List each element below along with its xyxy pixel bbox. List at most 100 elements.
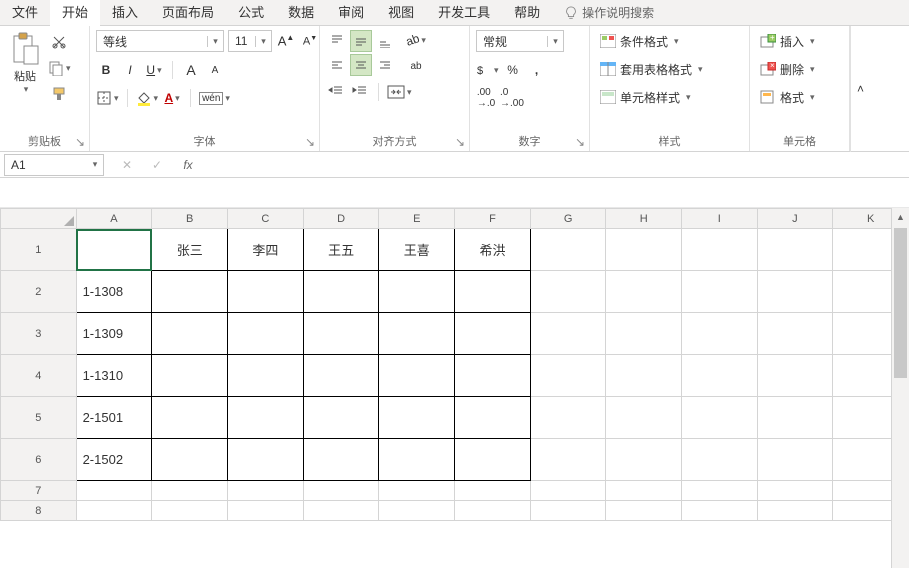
bold-button[interactable]: B [96, 60, 116, 80]
cell-E4[interactable] [379, 355, 455, 397]
col-header-C[interactable]: C [228, 209, 304, 229]
format-painter-button[interactable] [48, 84, 71, 104]
cell-A1[interactable] [76, 229, 152, 271]
cell-I2[interactable] [682, 271, 758, 313]
cell-A5[interactable]: 2-1501 [76, 397, 152, 439]
row-header-7[interactable]: 7 [1, 481, 77, 501]
cell-C2[interactable] [228, 271, 304, 313]
cell-E5[interactable] [379, 397, 455, 439]
cell-B7[interactable] [152, 481, 228, 501]
tab-data[interactable]: 数据 [276, 0, 326, 26]
cell-H3[interactable] [606, 313, 682, 355]
font-dialog-launcher[interactable]: ↘ [303, 135, 317, 149]
cell-A2[interactable]: 1-1308 [76, 271, 152, 313]
tab-formulas[interactable]: 公式 [226, 0, 276, 26]
align-bottom-button[interactable] [374, 30, 396, 52]
cell-I3[interactable] [682, 313, 758, 355]
col-header-J[interactable]: J [757, 209, 833, 229]
cell-A6[interactable]: 2-1502 [76, 439, 152, 481]
grid[interactable]: A B C D E F G H I J K 1 张三 李四 王五 王喜 希洪 [0, 208, 909, 521]
cell-G6[interactable] [530, 439, 606, 481]
cell-D8[interactable] [303, 501, 379, 521]
cell-B2[interactable] [152, 271, 228, 313]
cell-I6[interactable] [682, 439, 758, 481]
cell-D3[interactable] [303, 313, 379, 355]
cell-C8[interactable] [228, 501, 304, 521]
cell-J6[interactable] [757, 439, 833, 481]
comma-format-button[interactable]: , [527, 60, 547, 80]
cell-E1[interactable]: 王喜 [379, 229, 455, 271]
format-cells-button[interactable]: 格式▾ [756, 86, 819, 108]
cell-H4[interactable] [606, 355, 682, 397]
col-header-E[interactable]: E [379, 209, 455, 229]
cell-F4[interactable] [455, 355, 531, 397]
borders-button[interactable]: ▾ [96, 88, 119, 108]
cell-F7[interactable] [455, 481, 531, 501]
cell-F3[interactable] [455, 313, 531, 355]
cell-I7[interactable] [682, 481, 758, 501]
formula-input[interactable] [200, 154, 909, 176]
italic-button[interactable]: I [120, 60, 140, 80]
cell-D2[interactable] [303, 271, 379, 313]
row-header-5[interactable]: 5 [1, 397, 77, 439]
cell-J3[interactable] [757, 313, 833, 355]
cell-I8[interactable] [682, 501, 758, 521]
col-header-B[interactable]: B [152, 209, 228, 229]
scroll-thumb[interactable] [894, 228, 907, 378]
cell-C4[interactable] [228, 355, 304, 397]
cell-F5[interactable] [455, 397, 531, 439]
fill-color-button[interactable]: ▾ [136, 88, 159, 108]
tab-view[interactable]: 视图 [376, 0, 426, 26]
cell-F2[interactable] [455, 271, 531, 313]
cell-G3[interactable] [530, 313, 606, 355]
cell-J7[interactable] [757, 481, 833, 501]
delete-cells-button[interactable]: × 删除▾ [756, 58, 819, 80]
cell-F6[interactable] [455, 439, 531, 481]
tab-review[interactable]: 审阅 [326, 0, 376, 26]
cell-B6[interactable] [152, 439, 228, 481]
cell-D6[interactable] [303, 439, 379, 481]
cell-B1[interactable]: 张三 [152, 229, 228, 271]
increase-decimal-button[interactable]: .00→.0 [476, 88, 496, 108]
cell-H1[interactable] [606, 229, 682, 271]
font-color-button[interactable]: A▾ [162, 88, 182, 108]
cell-G7[interactable] [530, 481, 606, 501]
cell-H7[interactable] [606, 481, 682, 501]
cell-J4[interactable] [757, 355, 833, 397]
cell-G8[interactable] [530, 501, 606, 521]
format-as-table-button[interactable]: 套用表格格式▾ [596, 58, 707, 80]
cell-F8[interactable] [455, 501, 531, 521]
tell-me-search[interactable]: 操作说明搜索 [564, 4, 654, 21]
cell-E7[interactable] [379, 481, 455, 501]
col-header-D[interactable]: D [303, 209, 379, 229]
number-dialog-launcher[interactable]: ↘ [573, 135, 587, 149]
cell-C6[interactable] [228, 439, 304, 481]
col-header-F[interactable]: F [455, 209, 531, 229]
vertical-scrollbar[interactable]: ▲ [891, 208, 909, 568]
copy-button[interactable]: ▾ [48, 58, 71, 78]
col-header-I[interactable]: I [682, 209, 758, 229]
decrease-font-size-button[interactable]: A▼ [300, 31, 320, 51]
row-header-3[interactable]: 3 [1, 313, 77, 355]
cell-J5[interactable] [757, 397, 833, 439]
name-box[interactable]: A1 ▾ [4, 154, 104, 176]
select-all-corner[interactable] [1, 209, 77, 229]
cell-J1[interactable] [757, 229, 833, 271]
align-center-button[interactable] [350, 54, 372, 76]
cell-E8[interactable] [379, 501, 455, 521]
tab-file[interactable]: 文件 [0, 0, 50, 26]
insert-function-button[interactable]: fx [174, 154, 200, 176]
cell-B3[interactable] [152, 313, 228, 355]
decrease-font-button[interactable]: A [205, 60, 225, 80]
cell-H2[interactable] [606, 271, 682, 313]
insert-cells-button[interactable]: + 插入▾ [756, 30, 819, 52]
cell-C5[interactable] [228, 397, 304, 439]
col-header-G[interactable]: G [530, 209, 606, 229]
collapse-ribbon-button[interactable]: ˄ [850, 26, 870, 152]
cell-H6[interactable] [606, 439, 682, 481]
orientation-button[interactable]: ab▾ [406, 30, 426, 50]
cell-I4[interactable] [682, 355, 758, 397]
scroll-up-button[interactable]: ▲ [892, 208, 909, 226]
align-top-button[interactable] [326, 30, 348, 52]
cell-I5[interactable] [682, 397, 758, 439]
